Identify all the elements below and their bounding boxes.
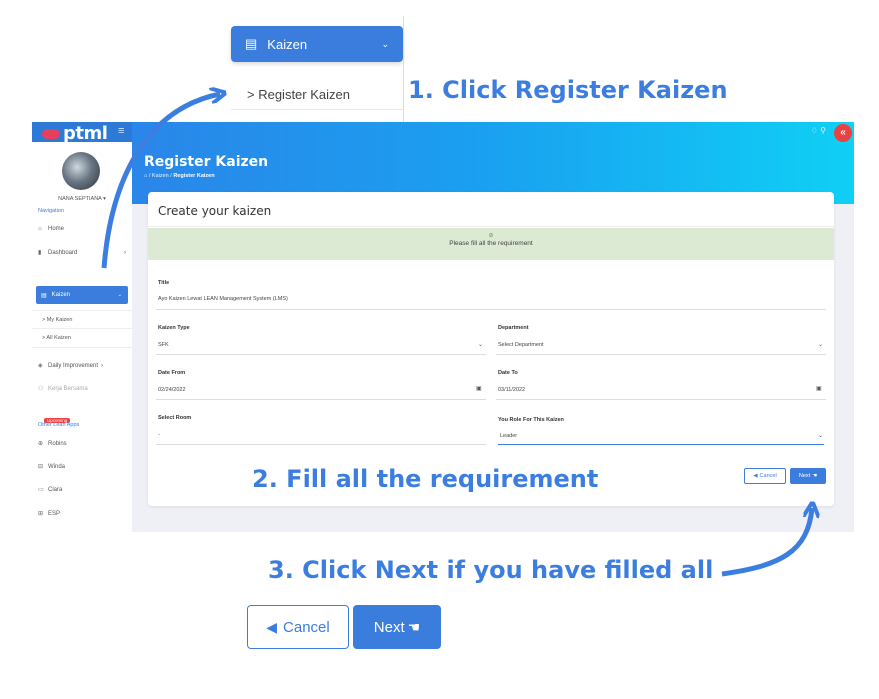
arrow-to-next (721, 508, 812, 577)
arrow-left-circle-icon: ◀ (266, 618, 278, 635)
arrow-to-register (101, 94, 220, 269)
next-button-enlarged[interactable]: Next ☚ (353, 605, 441, 649)
pointer-hand-icon: ☚ (407, 618, 421, 635)
cancel-button-enlarged[interactable]: ◀ Cancel (247, 605, 349, 649)
annotation-arrows (101, 0, 879, 577)
